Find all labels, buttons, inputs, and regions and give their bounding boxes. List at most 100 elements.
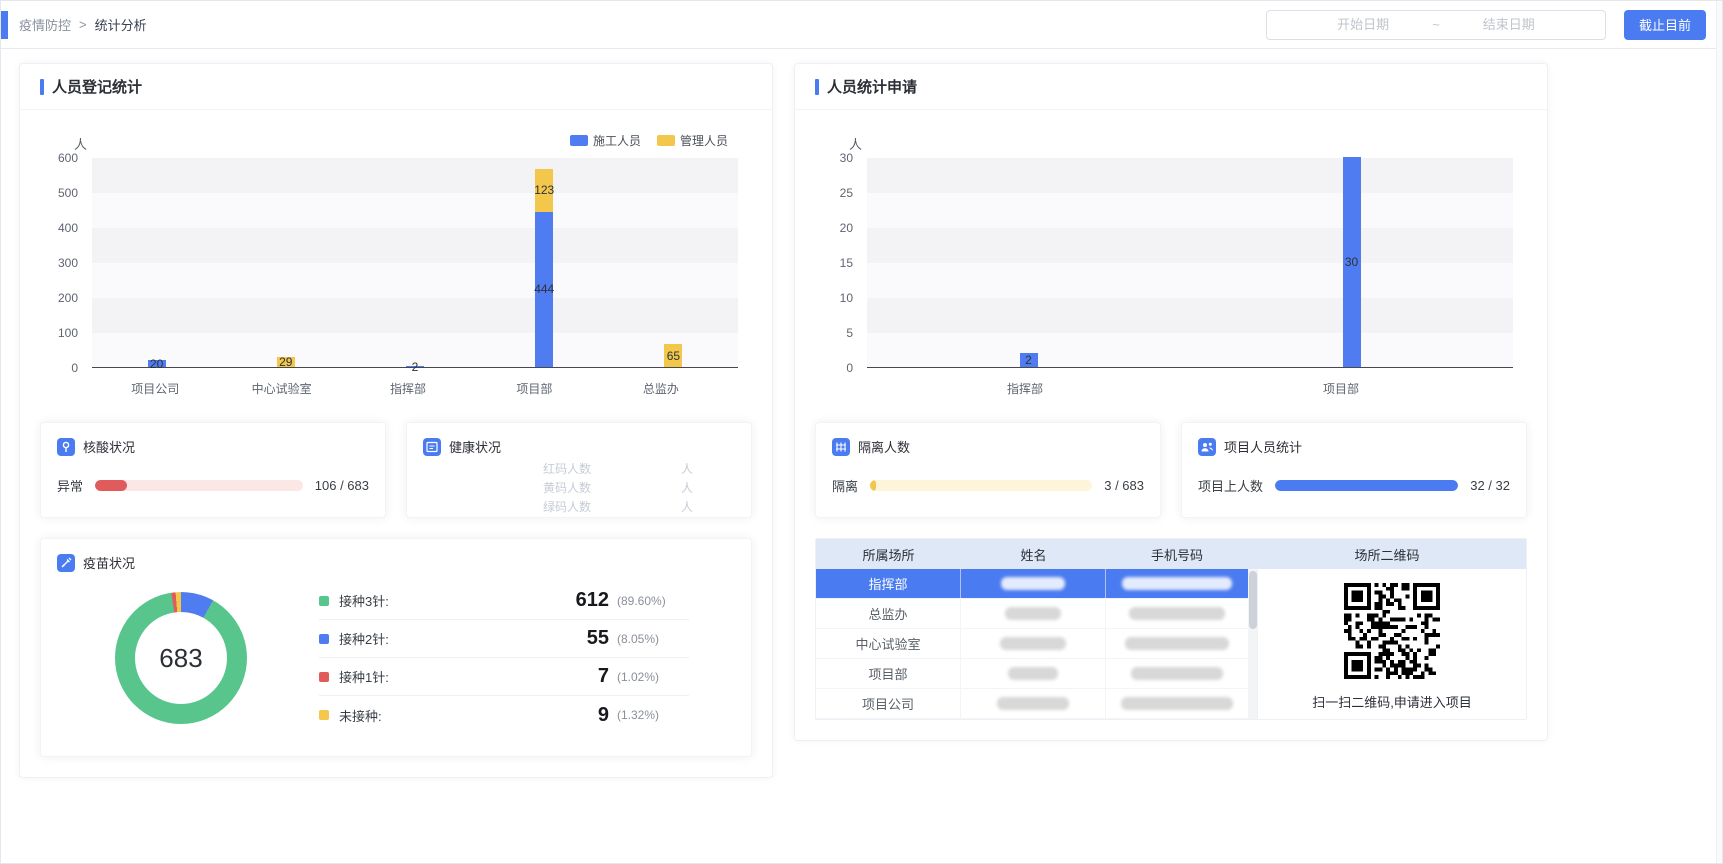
breadcrumb-item-root[interactable]: 疫情防控	[19, 15, 71, 34]
nucleic-card-title: 核酸状况	[83, 437, 135, 456]
bar-value-label: 30	[1345, 255, 1358, 269]
y-tick-label: 400	[58, 221, 78, 235]
registration-panel-header: 人员登记统计	[20, 64, 772, 110]
table-row-项目公司[interactable]: 项目公司	[816, 689, 1248, 719]
cell-name-redacted	[961, 659, 1106, 688]
bar-value-label: 2	[412, 360, 419, 374]
cell-place: 指挥部	[816, 569, 961, 598]
cell-place: 项目部	[816, 659, 961, 688]
bar-value-label: 123	[534, 183, 554, 197]
breadcrumb-separator: >	[79, 17, 87, 32]
vaccine-total: 683	[159, 643, 202, 674]
bar-value-label: 29	[279, 355, 292, 369]
application-bar-chart: 人 051015202530 230 指挥部项目部	[815, 116, 1527, 412]
legend-item[interactable]: 施工人员	[570, 132, 641, 149]
application-panel: 人员统计申请 人 051015202530 230 指挥部项目部 隔离人数	[794, 63, 1548, 741]
legend-item[interactable]: 管理人员	[657, 132, 728, 149]
cell-phone-redacted	[1106, 569, 1248, 598]
isolation-card-title: 隔离人数	[858, 437, 910, 456]
x-category-label: 项目公司	[92, 380, 218, 397]
y-tick-label: 25	[840, 186, 853, 200]
legend-swatch	[319, 672, 329, 682]
chart-legend: 施工人员管理人员	[570, 132, 728, 149]
bar-segment-项目部: 123	[535, 169, 553, 212]
application-panel-title: 人员统计申请	[827, 76, 917, 97]
content-area: 人员登记统计 人 施工人员管理人员 0100200300400500600 20…	[1, 49, 1722, 792]
title-accent-bar	[40, 79, 44, 95]
personnel-table: 所属场所 姓名 手机号码 场所二维码 指挥部总监办中心试验室项目部项目公司 扫一…	[815, 538, 1527, 720]
vaccine-legend-row: 接种3针:612(89.60%)	[319, 582, 689, 620]
header-phone: 手机号码	[1106, 545, 1248, 564]
isolation-progress-bar	[870, 480, 1092, 491]
qr-caption: 扫一扫二维码,申请进入项目	[1312, 692, 1472, 711]
health-icon	[423, 438, 441, 456]
table-row-指挥部[interactable]: 指挥部	[816, 569, 1248, 599]
cell-place: 中心试验室	[816, 629, 961, 658]
y-tick-label: 15	[840, 256, 853, 270]
health-card-title: 健康状况	[449, 437, 501, 456]
page-scrollbar[interactable]	[1716, 1, 1722, 863]
table-row-总监办[interactable]: 总监办	[816, 599, 1248, 629]
end-date-input[interactable]	[1444, 17, 1574, 32]
vaccine-legend-row: 未接种:9(1.32%)	[319, 696, 689, 734]
isolation-icon	[832, 438, 850, 456]
project-card-title: 项目人员统计	[1224, 437, 1302, 456]
y-tick-label: 10	[840, 291, 853, 305]
people-icon	[1198, 438, 1216, 456]
vaccine-card: 疫苗状况 683 接种3针:612(89.60%)接种2针:55(8.05%)接…	[40, 538, 752, 757]
legend-swatch	[319, 634, 329, 644]
y-axis: 051015202530	[815, 158, 859, 368]
topbar-controls: ~ 截止目前	[1266, 10, 1706, 40]
bar-segment-项目部: 444	[535, 212, 553, 367]
legend-swatch	[319, 596, 329, 606]
project-progress-bar	[1275, 480, 1458, 491]
x-category-label: 总监办	[598, 380, 724, 397]
header-qrcode: 场所二维码	[1248, 545, 1526, 564]
y-tick-label: 600	[58, 151, 78, 165]
header-name: 姓名	[961, 545, 1106, 564]
table-row-项目部[interactable]: 项目部	[816, 659, 1248, 689]
cell-place: 项目公司	[816, 689, 961, 718]
start-date-input[interactable]	[1298, 17, 1428, 32]
vaccine-legend-row: 接种2针:55(8.05%)	[319, 620, 689, 658]
y-tick-label: 0	[71, 361, 78, 375]
table-row-中心试验室[interactable]: 中心试验室	[816, 629, 1248, 659]
bar-value-label: 2	[1025, 353, 1032, 367]
vaccine-legend-row: 接种1针:7(1.02%)	[319, 658, 689, 696]
nucleic-label: 异常	[57, 476, 83, 495]
qr-cell: 扫一扫二维码,申请进入项目	[1258, 569, 1526, 719]
bar-value-label: 20	[150, 357, 163, 371]
vaccine-legend: 接种3针:612(89.60%)接种2针:55(8.05%)接种1针:7(1.0…	[319, 582, 689, 734]
registration-panel-title: 人员登记统计	[52, 76, 142, 97]
breadcrumb: 疫情防控 > 统计分析	[19, 15, 147, 34]
x-category-label: 中心试验室	[218, 380, 344, 397]
isolation-label: 隔离	[832, 476, 858, 495]
y-tick-label: 30	[840, 151, 853, 165]
cell-name-redacted	[961, 569, 1106, 598]
scrollbar-thumb[interactable]	[1249, 571, 1257, 629]
x-category-label: 指挥部	[867, 380, 1183, 397]
project-value: 32 / 32	[1470, 478, 1510, 493]
vaccine-donut-chart: 683	[115, 592, 247, 724]
y-tick-label: 200	[58, 291, 78, 305]
table-scrollbar[interactable]	[1248, 569, 1258, 719]
up-to-now-button[interactable]: 截止目前	[1624, 10, 1706, 40]
nucleic-icon	[57, 438, 75, 456]
qr-code	[1344, 583, 1440, 679]
bar-value-label: 444	[534, 282, 554, 296]
cell-phone-redacted	[1106, 659, 1248, 688]
y-tick-label: 5	[846, 326, 853, 340]
registration-panel: 人员登记统计 人 施工人员管理人员 0100200300400500600 20…	[19, 63, 773, 778]
y-tick-label: 300	[58, 256, 78, 270]
legend-swatch	[319, 710, 329, 720]
cell-phone-redacted	[1106, 629, 1248, 658]
registration-bar-chart: 人 施工人员管理人员 0100200300400500600 202924441…	[40, 116, 752, 412]
bar-segment-项目公司: 20	[148, 360, 166, 367]
health-status-rows: 红码人数人黄码人数人绿码人数人	[543, 460, 693, 517]
header-place: 所属场所	[816, 545, 961, 564]
nucleic-progress-bar	[95, 480, 303, 491]
legend-swatch	[657, 135, 675, 146]
health-row: 红码人数人	[543, 460, 693, 479]
application-panel-header: 人员统计申请	[795, 64, 1547, 110]
date-range-picker[interactable]: ~	[1266, 10, 1606, 40]
